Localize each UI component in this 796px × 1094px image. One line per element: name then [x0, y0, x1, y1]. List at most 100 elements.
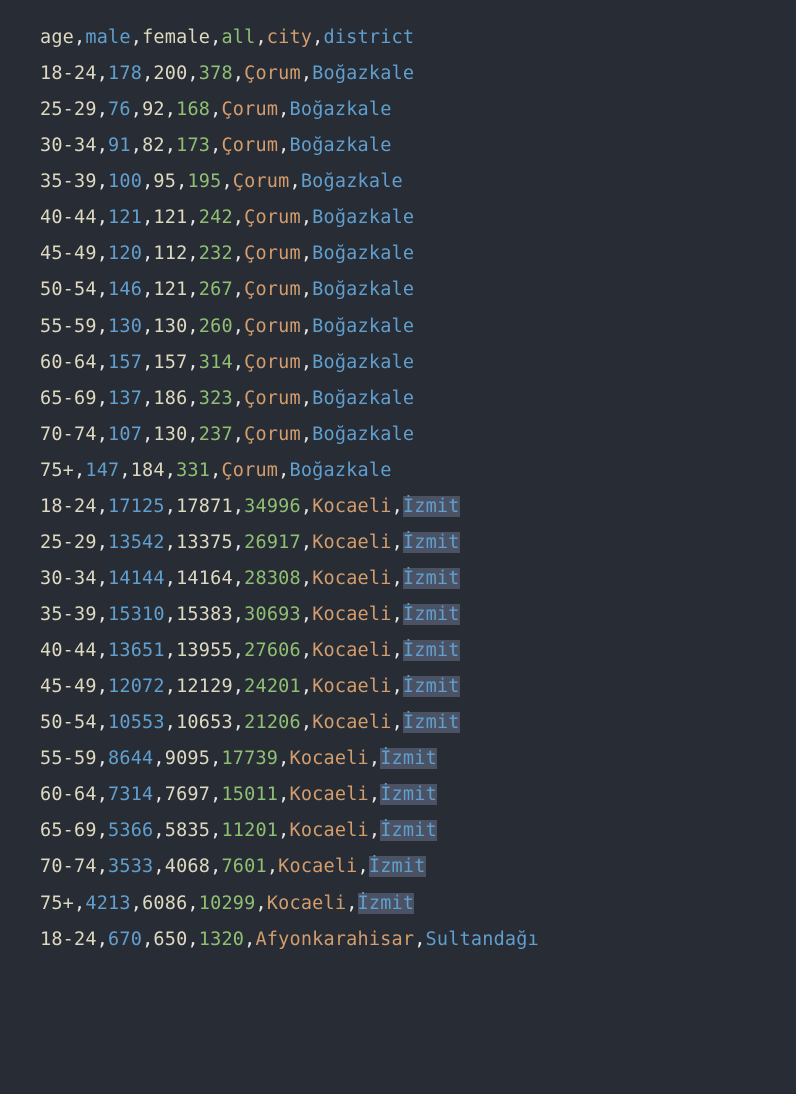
cell-city: Çorum	[244, 424, 301, 445]
comma: ,	[187, 63, 198, 84]
comma: ,	[233, 63, 244, 84]
cell-male: 13542	[108, 532, 165, 553]
cell-district: Boğazkale	[312, 316, 414, 337]
cell-all: 378	[199, 63, 233, 84]
comma: ,	[301, 496, 312, 517]
cell-all: 242	[199, 207, 233, 228]
csv-data-row: 65-69,137,186,323,Çorum,Boğazkale	[40, 381, 796, 417]
comma: ,	[278, 99, 289, 120]
csv-data-row: 60-64,7314,7697,15011,Kocaeli,İzmit	[40, 777, 796, 813]
comma: ,	[165, 640, 176, 661]
csv-data-row: 18-24,17125,17871,34996,Kocaeli,İzmit	[40, 489, 796, 525]
cell-female: 95	[153, 171, 176, 192]
cell-male: 107	[108, 424, 142, 445]
comma: ,	[278, 135, 289, 156]
cell-male: 76	[108, 99, 131, 120]
comma: ,	[221, 171, 232, 192]
comma: ,	[97, 748, 108, 769]
code-editor-content[interactable]: age,male,female,all,city,district18-24,1…	[40, 20, 796, 958]
cell-age: 18-24	[40, 63, 97, 84]
comma: ,	[233, 352, 244, 373]
cell-district: İzmit	[369, 856, 426, 877]
csv-data-row: 18-24,178,200,378,Çorum,Boğazkale	[40, 56, 796, 92]
header-city: city	[267, 27, 312, 48]
cell-male: 10553	[108, 712, 165, 733]
csv-data-row: 70-74,107,130,237,Çorum,Boğazkale	[40, 417, 796, 453]
cell-male: 17125	[108, 496, 165, 517]
csv-data-row: 30-34,91,82,173,Çorum,Boğazkale	[40, 128, 796, 164]
cell-city: Kocaeli	[312, 604, 391, 625]
comma: ,	[97, 424, 108, 445]
cell-district: Boğazkale	[289, 460, 391, 481]
cell-male: 120	[108, 243, 142, 264]
cell-all: 323	[199, 388, 233, 409]
cell-female: 121	[153, 279, 187, 300]
comma: ,	[233, 496, 244, 517]
cell-all: 173	[176, 135, 210, 156]
header-all: all	[221, 27, 255, 48]
comma: ,	[153, 784, 164, 805]
csv-data-row: 40-44,13651,13955,27606,Kocaeli,İzmit	[40, 633, 796, 669]
comma: ,	[290, 171, 301, 192]
comma: ,	[233, 712, 244, 733]
cell-female: 13375	[176, 532, 233, 553]
comma: ,	[187, 279, 198, 300]
comma: ,	[301, 604, 312, 625]
comma: ,	[165, 496, 176, 517]
comma: ,	[392, 604, 403, 625]
cell-age: 55-59	[40, 316, 97, 337]
cell-city: Kocaeli	[312, 568, 391, 589]
comma: ,	[97, 784, 108, 805]
csv-data-row: 45-49,120,112,232,Çorum,Boğazkale	[40, 236, 796, 272]
cell-district: Boğazkale	[290, 135, 392, 156]
cell-female: 130	[153, 424, 187, 445]
csv-data-row: 18-24,670,650,1320,Afyonkarahisar,Sultan…	[40, 922, 796, 958]
comma: ,	[74, 893, 85, 914]
comma: ,	[301, 352, 312, 373]
cell-female: 14164	[176, 568, 233, 589]
comma: ,	[233, 316, 244, 337]
comma: ,	[255, 27, 266, 48]
cell-all: 331	[176, 460, 210, 481]
cell-city: Afyonkarahisar	[255, 929, 414, 950]
cell-age: 25-29	[40, 99, 97, 120]
comma: ,	[142, 171, 153, 192]
cell-age: 65-69	[40, 820, 97, 841]
comma: ,	[392, 712, 403, 733]
cell-all: 30693	[244, 604, 301, 625]
comma: ,	[233, 388, 244, 409]
cell-male: 13651	[108, 640, 165, 661]
comma: ,	[165, 712, 176, 733]
cell-district: Boğazkale	[312, 352, 414, 373]
cell-district: İzmit	[403, 712, 460, 733]
header-male: male	[85, 27, 130, 48]
comma: ,	[165, 532, 176, 553]
cell-male: 14144	[108, 568, 165, 589]
comma: ,	[97, 568, 108, 589]
cell-age: 70-74	[40, 424, 97, 445]
comma: ,	[153, 856, 164, 877]
comma: ,	[358, 856, 369, 877]
cell-male: 130	[108, 316, 142, 337]
comma: ,	[97, 712, 108, 733]
cell-district: İzmit	[403, 532, 460, 553]
comma: ,	[278, 820, 289, 841]
comma: ,	[97, 388, 108, 409]
cell-all: 232	[199, 243, 233, 264]
cell-age: 70-74	[40, 856, 97, 877]
comma: ,	[97, 820, 108, 841]
csv-data-row: 40-44,121,121,242,Çorum,Boğazkale	[40, 200, 796, 236]
cell-district: Boğazkale	[312, 207, 414, 228]
comma: ,	[369, 784, 380, 805]
cell-female: 10653	[176, 712, 233, 733]
csv-data-row: 75+,4213,6086,10299,Kocaeli,İzmit	[40, 886, 796, 922]
cell-all: 28308	[244, 568, 301, 589]
cell-district: İzmit	[403, 496, 460, 517]
cell-all: 195	[187, 171, 221, 192]
comma: ,	[210, 27, 221, 48]
comma: ,	[414, 929, 425, 950]
cell-age: 55-59	[40, 748, 97, 769]
cell-female: 130	[153, 316, 187, 337]
cell-age: 30-34	[40, 568, 97, 589]
cell-district: Boğazkale	[312, 279, 414, 300]
